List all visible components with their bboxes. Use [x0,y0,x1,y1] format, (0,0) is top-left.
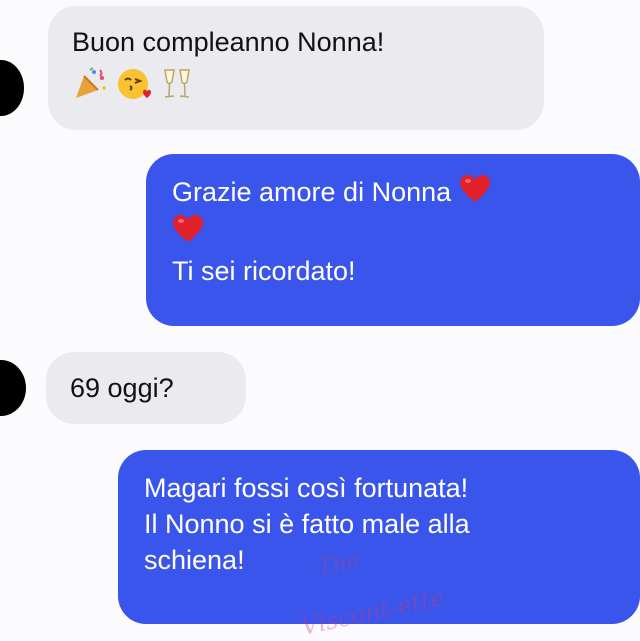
red-heart-icon [172,214,204,253]
incoming-message-bubble[interactable]: Buon compleanno Nonna! [48,6,544,130]
message-text: Il Nonno si è fatto male alla [144,509,470,539]
contact-avatar[interactable] [0,60,24,116]
message-line [172,213,614,252]
party-popper-icon [72,66,108,111]
clinking-glasses-icon [160,66,194,111]
message-text: Grazie amore di Nonna [172,177,452,207]
face-blowing-kiss-icon [116,66,152,111]
outgoing-message-bubble[interactable]: Magari fossi così fortunata! Il Nonno si… [118,450,640,624]
emoji-row [72,66,520,111]
message-text: Ti sei ricordato! [172,255,356,286]
red-heart-icon [459,174,491,213]
outgoing-message-bubble[interactable]: Grazie amore di Nonna Ti sei ricordato! [146,154,640,326]
message-line: Grazie amore di Nonna [172,174,614,213]
incoming-message-bubble[interactable]: 69 oggi? [46,352,246,424]
message-text: schiena! [144,545,245,575]
chat-thread: Buon compleanno Nonna! Grazie amore di N… [0,0,640,641]
message-text: Magari fossi così fortunata! [144,473,469,503]
contact-avatar[interactable] [0,360,26,416]
message-text: 69 oggi? [70,373,174,403]
message-text: Buon compleanno Nonna! [72,27,385,57]
